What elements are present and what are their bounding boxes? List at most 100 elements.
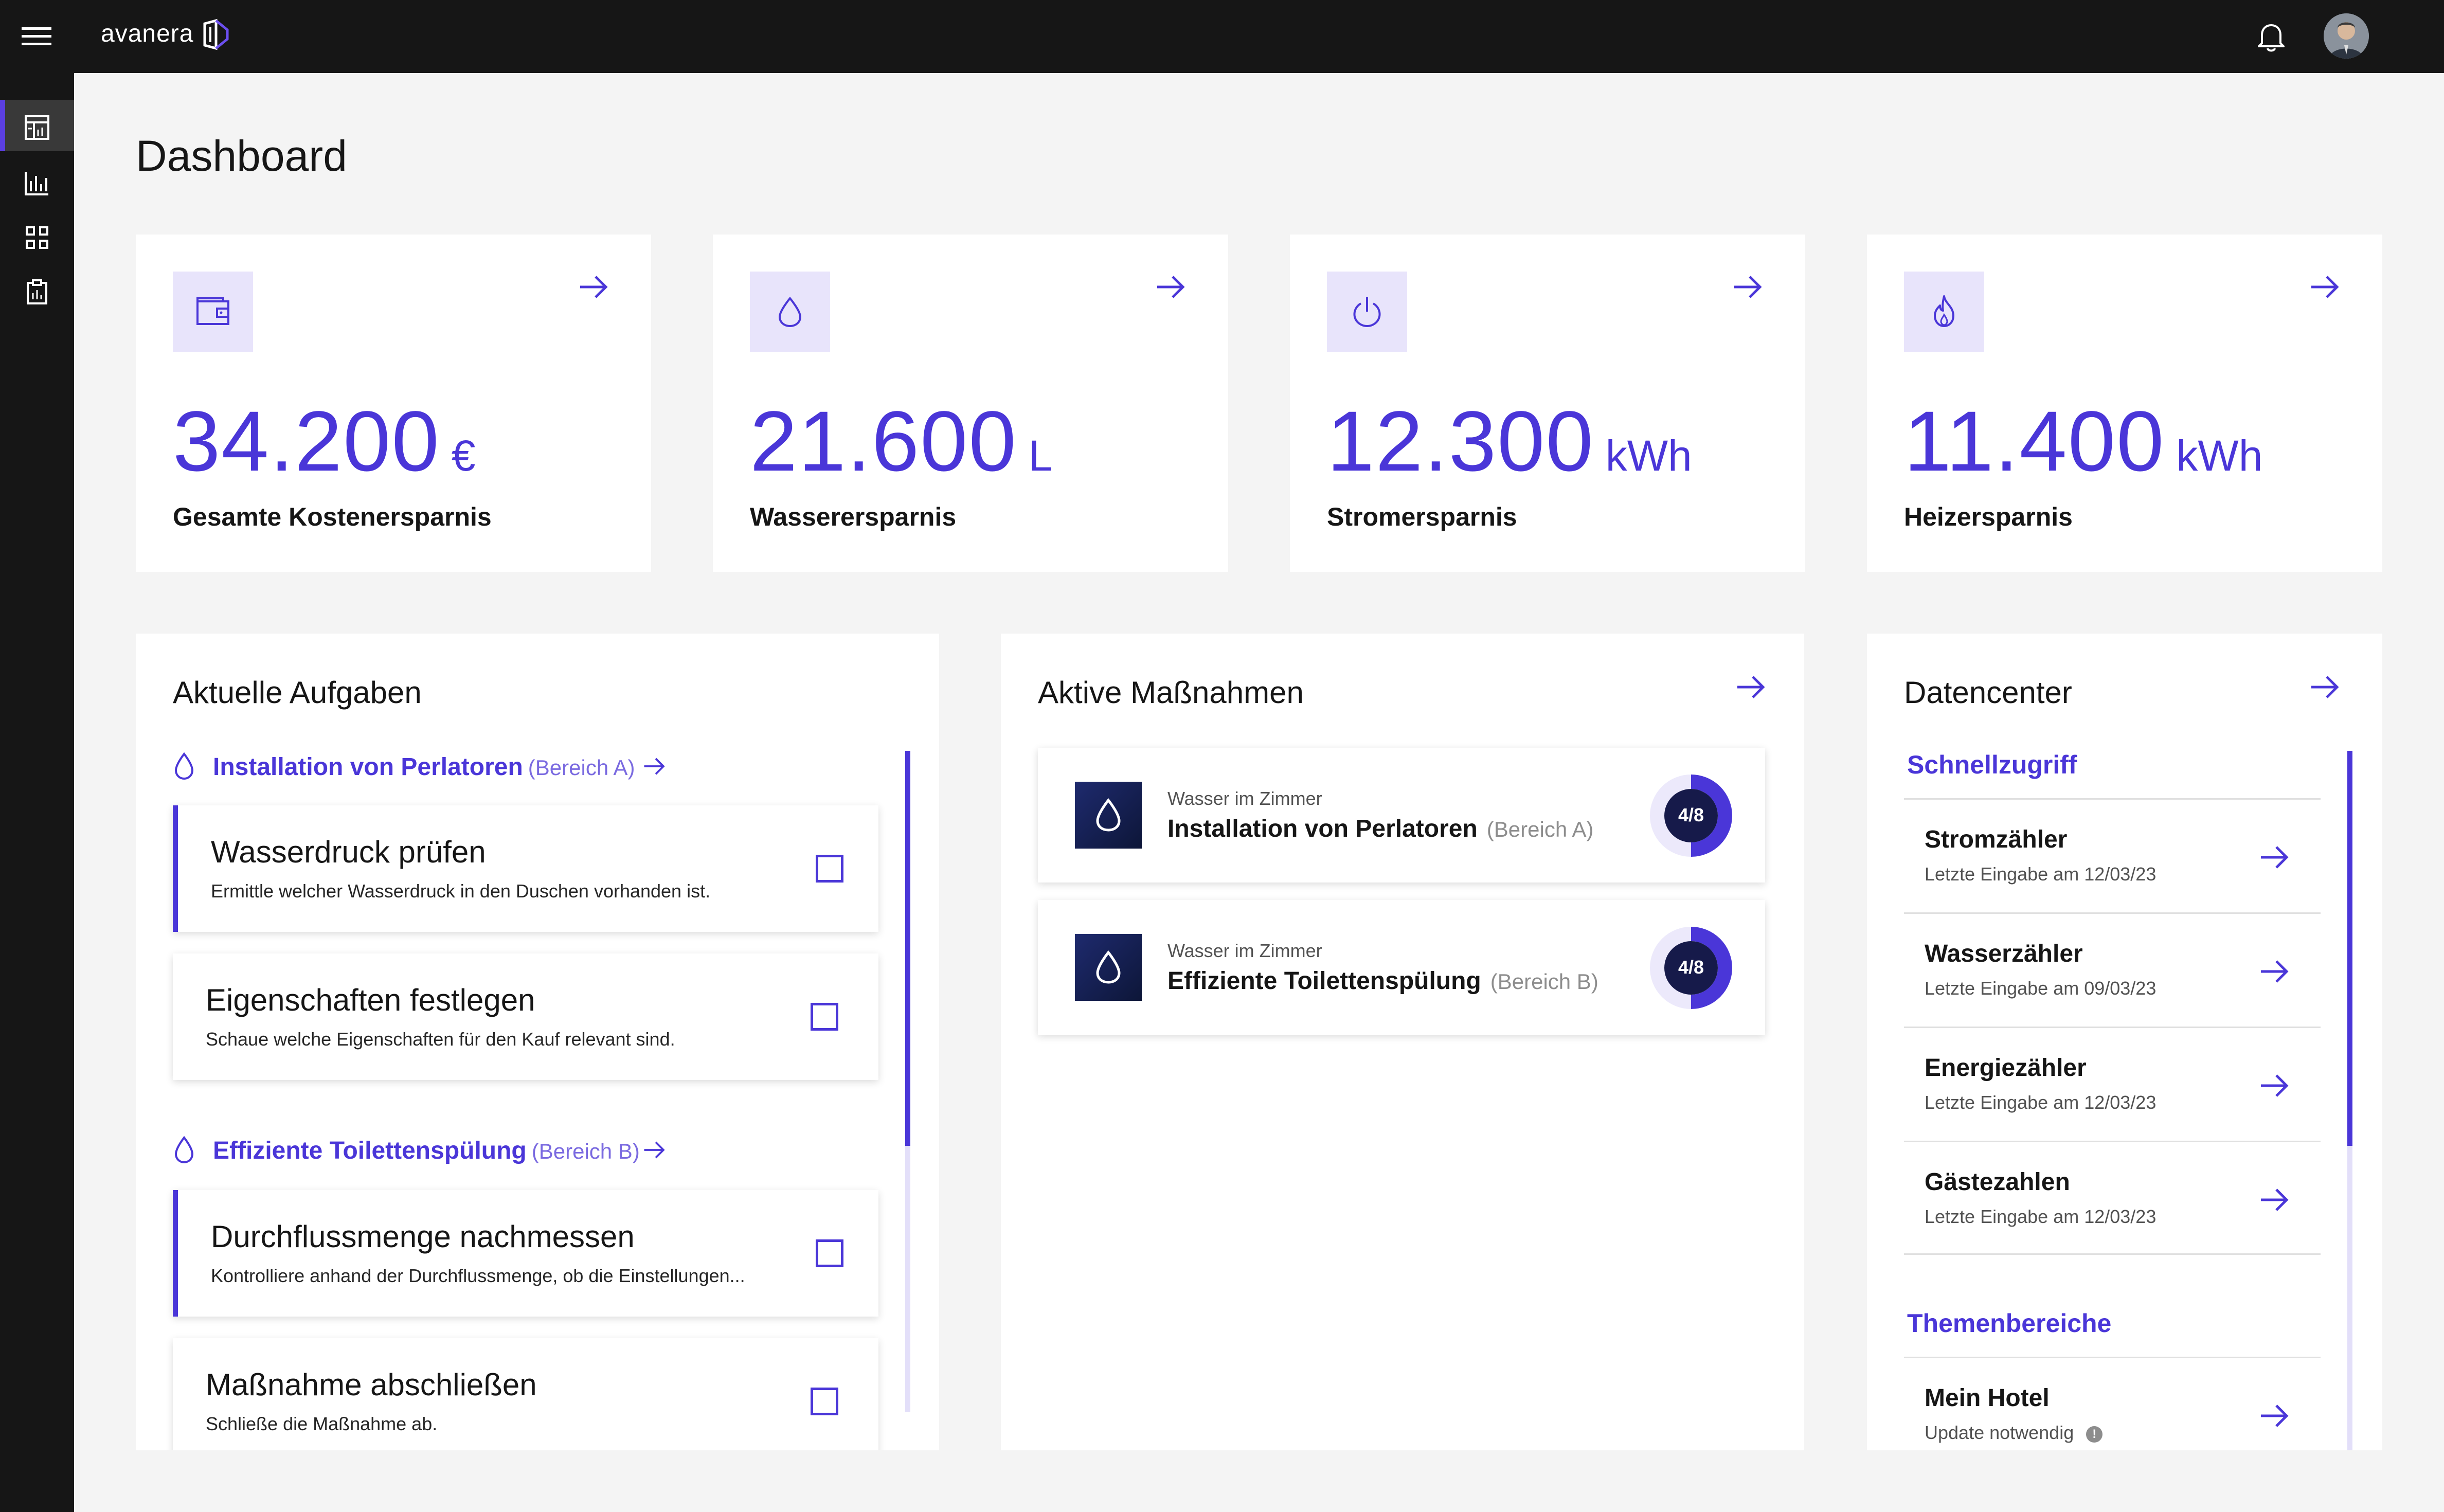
measure-area: (Bereich B) (1490, 969, 1598, 994)
last-entry: Letzte Eingabe am 09/03/23 (1925, 978, 2157, 999)
flame-icon (1934, 295, 1954, 327)
task-title: Maßnahme abschließen (206, 1367, 537, 1402)
stat-label: Stromersparnis (1327, 502, 1517, 531)
grid-icon (26, 226, 48, 249)
arrow-right-icon[interactable] (642, 1138, 667, 1162)
measure-card[interactable]: Wasser im Zimmer Installation von Perlat… (1038, 748, 1765, 883)
task-card[interactable]: Durchflussmenge nachmessen Kontrolliere … (173, 1190, 878, 1317)
scrollbar-thumb[interactable] (2347, 751, 2352, 1146)
task-description: Schließe die Maßnahme ab. (206, 1413, 438, 1434)
task-title: Wasserdruck prüfen (211, 835, 486, 869)
panel-title: Aktuelle Aufgaben (173, 675, 422, 710)
measure-title: Installation von Perlatoren (1167, 815, 1478, 842)
stat-card-heating-savings[interactable]: 11.400 kWh Heizersparnis (1867, 235, 2382, 572)
quick-access-row[interactable]: Gästezahlen Letzte Eingabe am 12/03/23 (1904, 1141, 2321, 1255)
bar-chart-icon (25, 172, 48, 195)
stat-label: Gesamte Kostenersparnis (173, 502, 492, 531)
water-drop-icon (174, 752, 194, 780)
progress-count: 4/8 (1678, 804, 1704, 825)
arrow-right-icon[interactable] (2258, 841, 2291, 874)
power-icon (1353, 297, 1381, 328)
water-drop-icon (1096, 798, 1121, 832)
measure-category: Wasser im Zimmer (1167, 788, 1322, 809)
task-title: Durchflussmenge nachmessen (211, 1219, 635, 1254)
stat-card-water-savings[interactable]: 21.600 L Wasserersparnis (713, 235, 1228, 572)
task-checkbox[interactable] (811, 1388, 838, 1415)
stat-value: 12.300 kWh (1327, 394, 1692, 489)
user-avatar[interactable] (2324, 13, 2369, 59)
measure-icon-tile (1075, 782, 1142, 849)
quick-access-row[interactable]: Stromzähler Letzte Eingabe am 12/03/23 (1904, 798, 2321, 912)
arrow-right-icon[interactable] (2258, 1183, 2291, 1216)
measure-title: Effiziente Toilettenspülung (1167, 967, 1481, 995)
panel-title: Aktive Maßnahmen (1038, 675, 1304, 710)
nav-tasks[interactable] (0, 264, 74, 316)
task-group-name: Effiziente Toilettenspülung (213, 1137, 527, 1164)
stat-value: 34.200 € (173, 394, 476, 489)
last-entry: Letzte Eingabe am 12/03/23 (1925, 863, 2157, 885)
clipboard-icon (27, 279, 47, 304)
measure-category: Wasser im Zimmer (1167, 940, 1322, 961)
task-description: Ermittle welcher Wasserdruck in den Dusc… (211, 880, 711, 902)
quick-access-row[interactable]: Energiezähler Letzte Eingabe am 12/03/23 (1904, 1027, 2321, 1141)
stat-label: Wasserersparnis (750, 502, 957, 531)
task-checkbox[interactable] (811, 1003, 838, 1031)
arrow-right-icon[interactable] (2258, 1399, 2291, 1432)
datacenter-panel: Datencenter Schnellzugriff Stromzähler L… (1867, 634, 2382, 1450)
app-logo-text: avanera (101, 20, 194, 47)
nav-apps[interactable] (0, 210, 74, 261)
scrollbar-thumb[interactable] (905, 751, 910, 1146)
info-icon: ! (2086, 1426, 2103, 1443)
arrow-right-icon[interactable] (2258, 1069, 2291, 1102)
arrow-right-icon[interactable] (1731, 271, 1764, 303)
topics-heading: Themenbereiche (1907, 1309, 2112, 1338)
meter-name: Wasserzähler (1925, 940, 2083, 967)
measure-icon-tile (1075, 934, 1142, 1001)
hamburger-menu-icon[interactable] (22, 24, 51, 49)
last-entry: Letzte Eingabe am 12/03/23 (1925, 1092, 2157, 1113)
stat-value: 11.400 kWh (1904, 394, 2263, 489)
water-drop-icon (778, 296, 802, 328)
quick-access-row[interactable]: Wasserzähler Letzte Eingabe am 09/03/23 (1904, 912, 2321, 1027)
nav-dashboard[interactable] (0, 100, 74, 151)
arrow-right-icon[interactable] (642, 754, 667, 779)
notification-bell-icon[interactable] (2256, 21, 2287, 53)
task-group-area: (Bereich A) (528, 755, 635, 780)
task-checkbox[interactable] (816, 855, 843, 883)
water-drop-icon (1096, 950, 1121, 984)
current-tasks-panel: Aktuelle Aufgaben Installation von Perla… (136, 634, 939, 1450)
panel-title: Datencenter (1904, 675, 2072, 710)
task-description: Schaue welche Eigenschaften für den Kauf… (206, 1029, 675, 1050)
stat-icon-tile (1327, 272, 1407, 352)
task-checkbox[interactable] (816, 1239, 843, 1267)
task-description: Kontrolliere anhand der Durchflussmenge,… (211, 1265, 745, 1286)
water-drop-icon (174, 1136, 194, 1164)
nav-analytics[interactable] (0, 155, 74, 207)
task-card[interactable]: Eigenschaften festlegen Schaue welche Ei… (173, 953, 878, 1080)
arrow-right-icon[interactable] (2308, 271, 2341, 303)
stat-card-cost-savings[interactable]: 34.200 € Gesamte Kostenersparnis (136, 235, 651, 572)
progress-count: 4/8 (1678, 957, 1704, 978)
arrow-right-icon[interactable] (577, 271, 610, 303)
stat-value: 21.600 L (750, 394, 1053, 489)
topic-name: Mein Hotel (1925, 1384, 2050, 1412)
arrow-right-icon[interactable] (1734, 671, 1767, 704)
last-entry: Letzte Eingabe am 12/03/23 (1925, 1206, 2157, 1227)
topic-status: Update notwendig (1925, 1422, 2074, 1443)
topic-row[interactable]: Mein Hotel Update notwendig! (1904, 1357, 2321, 1450)
task-card[interactable]: Maßnahme abschließen Schließe die Maßnah… (173, 1338, 878, 1450)
measure-card[interactable]: Wasser im Zimmer Effiziente Toilettenspü… (1038, 900, 1765, 1035)
meter-name: Energiezähler (1925, 1054, 2087, 1082)
task-title: Eigenschaften festlegen (206, 983, 535, 1017)
quick-access-heading: Schnellzugriff (1907, 750, 2077, 779)
dashboard-icon (25, 115, 49, 140)
stat-card-power-savings[interactable]: 12.300 kWh Stromersparnis (1290, 235, 1805, 572)
meter-name: Stromzähler (1925, 826, 2068, 853)
arrow-right-icon[interactable] (1154, 271, 1187, 303)
arrow-right-icon[interactable] (2308, 671, 2341, 704)
stat-label: Heizersparnis (1904, 502, 2073, 531)
arrow-right-icon[interactable] (2258, 955, 2291, 988)
page-title: Dashboard (136, 132, 347, 180)
app-logo-icon (203, 19, 229, 50)
task-card[interactable]: Wasserdruck prüfen Ermittle welcher Wass… (173, 805, 878, 932)
